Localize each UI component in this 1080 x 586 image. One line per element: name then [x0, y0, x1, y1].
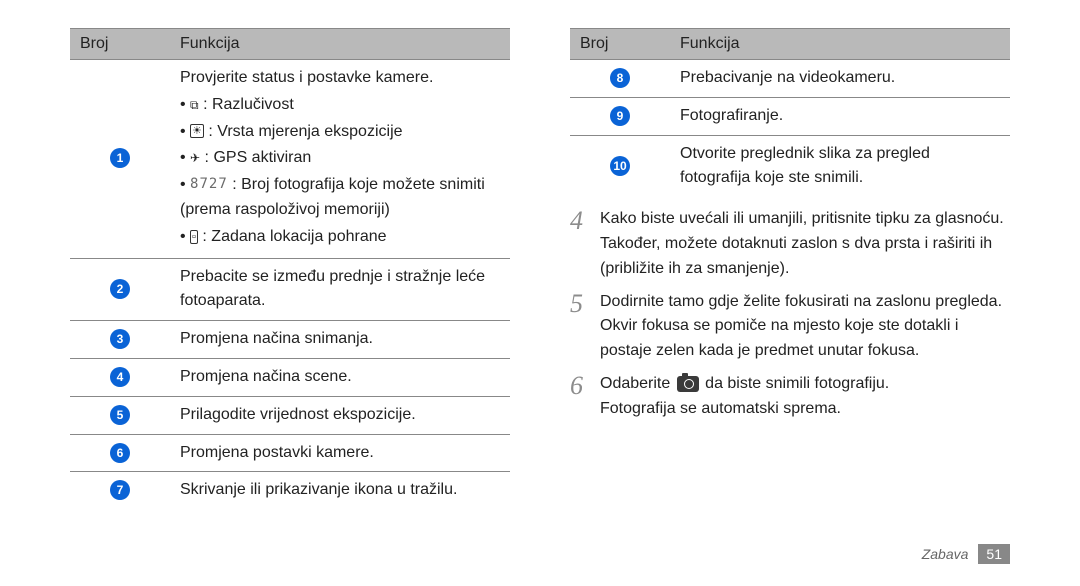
step-number: 5	[570, 290, 600, 364]
circled-number-icon: 7	[110, 480, 130, 500]
right-column: Broj Funkcija 8 Prebacivanje na videokam…	[570, 28, 1010, 509]
table-row: 5 Prilagodite vrijednost ekspozicije.	[70, 396, 510, 434]
row-function-cell: Provjerite status i postavke kamere. ⧉ :…	[170, 60, 510, 259]
circled-number-icon: 9	[610, 106, 630, 126]
row-function-cell: Prilagodite vrijednost ekspozicije.	[170, 396, 510, 434]
step-extra-text: Fotografija se automatski sprema.	[600, 400, 841, 417]
row-function-cell: Skrivanje ili prikazivanje ikona u traži…	[170, 472, 510, 509]
circled-number-icon: 5	[110, 405, 130, 425]
circled-number-icon: 2	[110, 279, 130, 299]
header-function: Funkcija	[670, 29, 1010, 60]
row-function-cell: Promjena postavki kamere.	[170, 434, 510, 472]
step-body: Dodirnite tamo gdje želite fokusirati na…	[600, 290, 1010, 364]
circled-number-icon: 4	[110, 367, 130, 387]
row-function-cell: Prebacivanje na videokameru.	[670, 60, 1010, 98]
manual-page: Broj Funkcija 1 Provjerite status i post…	[0, 0, 1080, 509]
header-number: Broj	[570, 29, 670, 60]
list-item: ▫ : Zadana lokacija pohrane	[180, 225, 500, 250]
step-extra-text: Okvir fokusa se pomiče na mjesto koje st…	[600, 317, 958, 359]
step-item: 5 Dodirnite tamo gdje želite fokusirati …	[570, 290, 1010, 364]
step-list: 4 Kako biste uvećali ili umanjili, priti…	[570, 207, 1010, 421]
list-item: ☀ : Vrsta mjerenja ekspozicije	[180, 120, 500, 145]
row-number-cell: 1	[70, 60, 170, 259]
row-function-cell: Promjena načina scene.	[170, 358, 510, 396]
table-row: 7 Skrivanje ili prikazivanje ikona u tra…	[70, 472, 510, 509]
circled-number-icon: 10	[610, 156, 630, 176]
table-row: 4 Promjena načina scene.	[70, 358, 510, 396]
page-number: 51	[978, 544, 1010, 564]
step-text: Dodirnite tamo gdje želite fokusirati na…	[600, 293, 1002, 310]
step-post-text: da biste snimili fotografiju.	[701, 375, 890, 392]
row-function-cell: Otvorite preglednik slika za pregled fot…	[670, 135, 1010, 197]
step-item: 4 Kako biste uvećali ili umanjili, priti…	[570, 207, 1010, 281]
section-name: Zabava	[922, 546, 969, 562]
table-row: 9 Fotografiranje.	[570, 97, 1010, 135]
header-function: Funkcija	[170, 29, 510, 60]
function-table-right: Broj Funkcija 8 Prebacivanje na videokam…	[570, 28, 1010, 197]
row-function-cell: Prebacite se između prednje i stražnje l…	[170, 258, 510, 321]
list-item: 8727 : Broj fotografija koje možete snim…	[180, 173, 500, 223]
row-function-cell: Fotografiranje.	[670, 97, 1010, 135]
step-text: Kako biste uvećali ili umanjili, pritisn…	[600, 207, 1010, 281]
camera-icon	[677, 376, 699, 392]
table-header-row: Broj Funkcija	[570, 29, 1010, 60]
row-function-cell: Promjena načina snimanja.	[170, 321, 510, 359]
table-row: 8 Prebacivanje na videokameru.	[570, 60, 1010, 98]
metering-icon: ☀	[190, 124, 204, 138]
step-item: 6 Odaberite da biste snimili fotografiju…	[570, 372, 1010, 422]
page-footer: Zabava 51	[922, 544, 1010, 564]
list-item: ✈ : GPS aktiviran	[180, 146, 500, 171]
header-number: Broj	[70, 29, 170, 60]
function-table-left: Broj Funkcija 1 Provjerite status i post…	[70, 28, 510, 509]
row-lead-text: Provjerite status i postavke kamere.	[180, 69, 433, 86]
resolution-icon: ⧉	[190, 99, 199, 111]
list-item: ⧉ : Razlučivost	[180, 93, 500, 118]
table-row: 2 Prebacite se između prednje i stražnje…	[70, 258, 510, 321]
circled-number-icon: 8	[610, 68, 630, 88]
left-column: Broj Funkcija 1 Provjerite status i post…	[70, 28, 510, 509]
counter-icon: 8727	[190, 174, 228, 196]
step-number: 4	[570, 207, 600, 281]
circled-number-icon: 6	[110, 443, 130, 463]
circled-number-icon: 3	[110, 329, 130, 349]
table-row: 1 Provjerite status i postavke kamere. ⧉…	[70, 60, 510, 259]
table-row: 10 Otvorite preglednik slika za pregled …	[570, 135, 1010, 197]
status-icon-list: ⧉ : Razlučivost ☀ : Vrsta mjerenja ekspo…	[180, 93, 500, 250]
table-row: 6 Promjena postavki kamere.	[70, 434, 510, 472]
step-number: 6	[570, 372, 600, 422]
table-header-row: Broj Funkcija	[70, 29, 510, 60]
table-row: 3 Promjena načina snimanja.	[70, 321, 510, 359]
circled-number-icon: 1	[110, 148, 130, 168]
step-body: Odaberite da biste snimili fotografiju. …	[600, 372, 1010, 422]
step-pre-text: Odaberite	[600, 375, 675, 392]
gps-icon: ✈	[190, 152, 200, 164]
storage-icon: ▫	[190, 230, 198, 244]
